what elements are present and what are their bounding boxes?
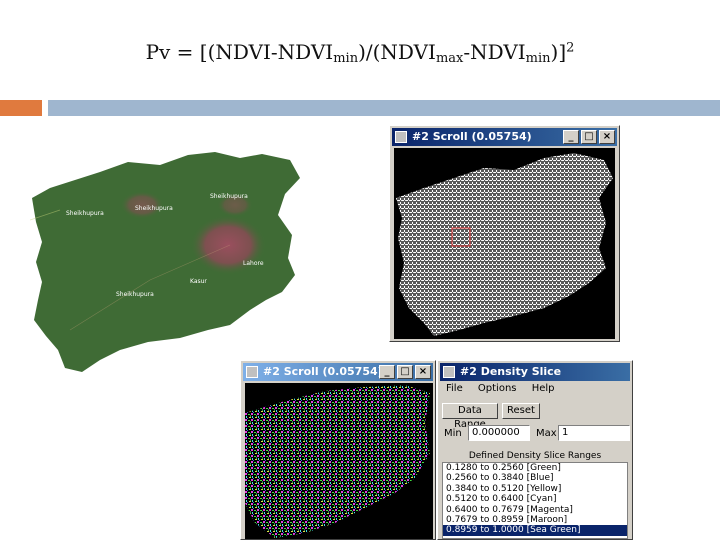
title-part: )/(NDVI <box>358 40 436 64</box>
satellite-map: Sheikhupura Sheikhupura Sheikhupura Laho… <box>30 150 302 375</box>
accent-bar-orange <box>0 100 42 116</box>
color-scroll-window[interactable]: #2 Scroll (0.05754) _ □ × <box>240 360 436 540</box>
data-range-button[interactable]: Data Range <box>442 403 498 430</box>
list-item[interactable]: 0.1280 to 0.2560 [Green] <box>443 463 627 473</box>
title-subscript: min <box>525 51 551 66</box>
density-slice-image[interactable] <box>245 383 433 540</box>
window-title: #2 Density Slice <box>460 365 562 378</box>
list-item[interactable]: 0.3840 to 0.5120 [Yellow] <box>443 484 627 494</box>
list-item[interactable]: 0.2560 to 0.3840 [Blue] <box>443 473 627 483</box>
scroll-window-titlebar[interactable]: #2 Scroll (0.05754) _ □ × <box>392 128 617 146</box>
map-label: Kasur <box>190 278 207 285</box>
list-item[interactable]: 0.7679 to 0.8959 [Maroon] <box>443 515 627 525</box>
title-part: Pv = [(NDVI-NDVI <box>145 40 334 64</box>
map-label: Sheikhupura <box>210 193 248 200</box>
density-slice-dialog[interactable]: #2 Density Slice File Options Help Data … <box>437 360 633 540</box>
window-title: #2 Scroll (0.05754) <box>263 365 383 378</box>
title-part: -NDVI <box>463 40 526 64</box>
slide-title: Pv = [(NDVI-NDVImin)/(NDVImax-NDVImin)]2 <box>0 40 720 66</box>
app-icon <box>395 131 407 143</box>
max-field[interactable]: 1 <box>558 425 630 441</box>
min-label: Min <box>444 428 462 439</box>
close-icon[interactable]: × <box>599 130 615 144</box>
ranges-header: Defined Density Slice Ranges <box>468 451 602 461</box>
ndvi-grayscale-image[interactable] <box>394 148 615 339</box>
density-ranges-list[interactable]: 0.1280 to 0.2560 [Green] 0.2560 to 0.384… <box>442 462 628 539</box>
maximize-icon[interactable]: □ <box>397 365 413 379</box>
maximize-icon[interactable]: □ <box>581 130 597 144</box>
minimize-icon[interactable]: _ <box>563 130 579 144</box>
title-part: )] <box>550 40 567 64</box>
list-item[interactable]: 0.6400 to 0.7679 [Magenta] <box>443 505 627 515</box>
app-icon <box>246 366 258 378</box>
minimize-icon[interactable]: _ <box>379 365 395 379</box>
reset-button[interactable]: Reset <box>502 403 540 419</box>
menu-help[interactable]: Help <box>532 383 555 394</box>
title-superscript: 2 <box>566 40 575 56</box>
list-item-selected[interactable]: 0.8959 to 1.0000 [Sea Green] <box>443 525 627 536</box>
app-icon <box>443 366 455 378</box>
window-title: #2 Scroll (0.05754) <box>412 130 532 143</box>
menu-options[interactable]: Options <box>478 383 517 394</box>
accent-bar-blue <box>48 100 720 116</box>
max-label: Max <box>536 428 557 439</box>
color-window-titlebar[interactable]: #2 Scroll (0.05754) _ □ × <box>243 363 433 381</box>
map-label: Sheikhupura <box>116 291 154 298</box>
map-label: Lahore <box>243 260 264 267</box>
title-subscript: max <box>435 51 464 66</box>
density-dialog-titlebar[interactable]: #2 Density Slice <box>440 363 630 381</box>
min-field[interactable]: 0.000000 <box>468 425 530 441</box>
menu-file[interactable]: File <box>446 383 463 394</box>
scroll-window[interactable]: #2 Scroll (0.05754) _ □ × <box>389 125 620 342</box>
menubar: File Options Help <box>440 381 630 397</box>
map-label: Sheikhupura <box>66 210 104 217</box>
list-item[interactable]: 0.5120 to 0.6400 [Cyan] <box>443 494 627 504</box>
close-icon[interactable]: × <box>415 365 431 379</box>
title-subscript: min <box>333 51 359 66</box>
map-label: Sheikhupura <box>135 205 173 212</box>
